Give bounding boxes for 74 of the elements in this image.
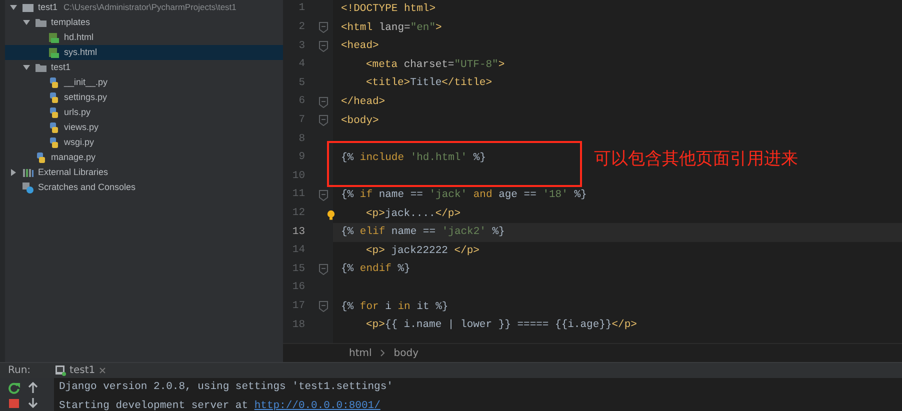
line-number: 8 [298, 132, 305, 147]
code-line: </head> [341, 94, 386, 110]
line-number: 11 [291, 187, 305, 202]
line-number: 10 [291, 168, 305, 184]
tree-item[interactable]: External Libraries [5, 165, 283, 180]
tree-item[interactable]: wsgi.py [5, 135, 283, 150]
python-file-icon [48, 136, 60, 148]
line-number: 2 [298, 20, 305, 36]
console-line: Django version 2.0.8, using settings 'test1.settings' [59, 380, 393, 395]
line-number: 12 [291, 206, 305, 221]
code-line: {% elif name == 'jack2' %} [341, 225, 505, 240]
line-number: 16 [291, 280, 305, 296]
tree-item[interactable]: __init__.py [5, 75, 283, 90]
line-number: 17 [291, 298, 305, 314]
line-number: 6 [298, 94, 305, 110]
console-line: Starting development server at http://0.0.0.0:8001/ [59, 398, 382, 411]
python-file-icon [48, 76, 60, 88]
rerun-icon [8, 382, 20, 394]
tree-item[interactable]: test1 [5, 60, 283, 75]
code-line: <!DOCTYPE html> [341, 2, 436, 17]
folder-icon [22, 2, 34, 14]
code-line: <meta charset="UTF-8"> [365, 58, 505, 73]
code-line: <p>jack....</p> [365, 206, 461, 222]
collapsed-arrow-icon [9, 168, 18, 177]
breadcrumb-item[interactable]: body [394, 346, 419, 360]
tree-item[interactable]: manage.py [5, 150, 283, 165]
html-file-icon [48, 32, 60, 44]
tree-item[interactable]: templates [5, 15, 283, 30]
close-icon [99, 367, 106, 374]
tree-item[interactable]: hd.html [5, 30, 283, 45]
library-icon [22, 166, 34, 178]
line-number: 5 [298, 76, 305, 91]
down-arrow-icon [28, 398, 38, 408]
code-line: <html lang="en"> [341, 20, 442, 36]
tree-item[interactable]: Scratches and Consoles [5, 180, 283, 195]
line-number: 18 [291, 318, 305, 333]
line-number: 13 [291, 224, 305, 240]
line-number: 9 [298, 150, 305, 166]
python-file-icon [35, 152, 47, 164]
code-line: {% endif %} [341, 262, 410, 278]
line-number: 4 [298, 57, 305, 72]
code-line: <head> [341, 39, 379, 54]
code-line: {% if name == 'jack' and age == '18' %} [341, 188, 587, 203]
run-tab[interactable]: test1 [38, 363, 110, 378]
line-number: 7 [298, 112, 305, 128]
code-line: {% for i in it %} [341, 300, 448, 314]
stop-icon [8, 398, 20, 408]
up-arrow-icon [28, 382, 38, 394]
python-file-icon [48, 106, 60, 118]
code-line: {% include 'hd.html' %} [341, 150, 486, 166]
code-line: <p> jack22222 </p> [365, 244, 480, 259]
folder-icon [35, 16, 47, 28]
python-file-icon [48, 122, 60, 134]
line-number: 14 [291, 243, 305, 258]
line-number: 15 [291, 262, 305, 277]
code-line: <p>{{ i.name | lower }} ===== {{i.age}}</p> [365, 318, 637, 334]
tree-item[interactable]: views.py [5, 120, 283, 135]
console-link[interactable]: http://0.0.0.0:8001/ [254, 398, 380, 411]
annotation-text: 可以包含其他页面引用进来 [594, 148, 798, 171]
tree-item[interactable]: settings.py [5, 90, 283, 105]
line-number: 3 [298, 38, 305, 54]
chevron-icon [380, 349, 386, 357]
scratch-icon [22, 182, 34, 194]
html-file-icon [48, 46, 60, 58]
run-label: Run: [8, 364, 31, 378]
tree-item[interactable]: test1 C:\Users\Administrator\PycharmProjects\test1 [5, 0, 283, 15]
expanded-arrow-icon [22, 63, 31, 72]
line-number: 1 [298, 1, 305, 16]
breadcrumb-item[interactable]: html [349, 346, 372, 360]
python-file-icon [48, 92, 60, 104]
tree-item[interactable]: urls.py [5, 105, 283, 120]
tree-item[interactable]: sys.html [5, 45, 283, 60]
code-line: <title>Title</title> [365, 76, 492, 92]
code-line: <body> [341, 114, 379, 129]
